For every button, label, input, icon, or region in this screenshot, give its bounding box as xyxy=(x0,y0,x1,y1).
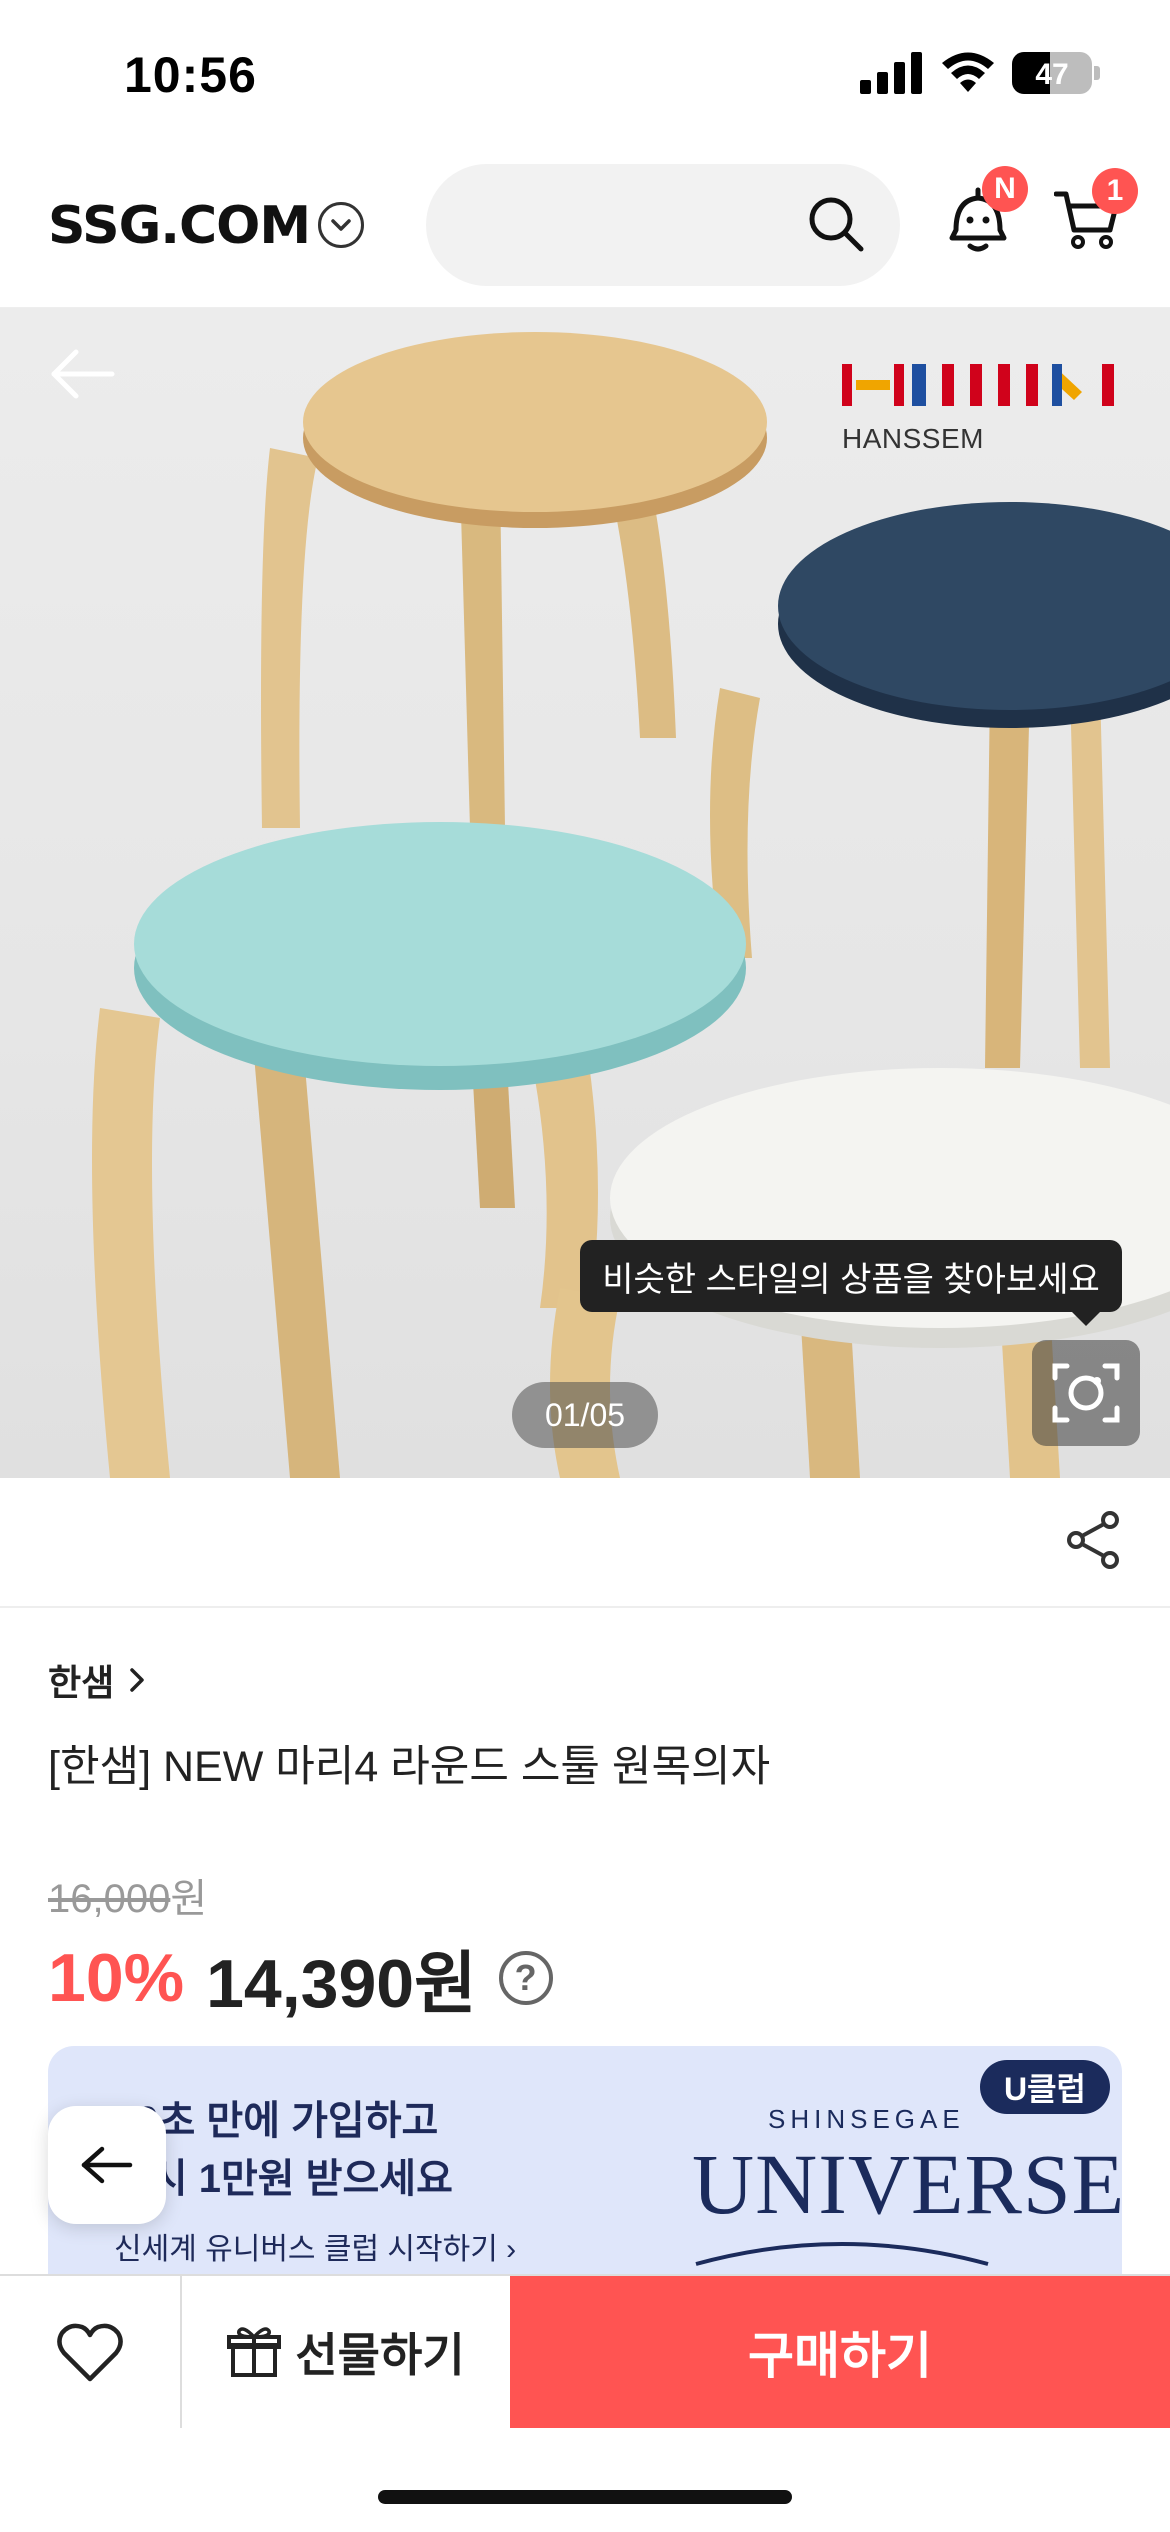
image-pager: 01/05 xyxy=(512,1382,658,1448)
universe-logo-small: SHINSEGAE xyxy=(768,2104,965,2134)
visual-search-button[interactable] xyxy=(1032,1340,1140,1446)
cart-badge: 1 xyxy=(1092,168,1138,214)
wishlist-button[interactable] xyxy=(0,2276,182,2428)
home-indicator xyxy=(378,2490,792,2504)
universe-club-banner[interactable]: 10초 만에 가입하고 즉시 1만원 받으세요 신세계 유니버스 클럽 시작하기… xyxy=(48,2046,1122,2276)
brand-link[interactable]: 한샘 xyxy=(48,1654,146,1706)
status-time: 10:56 xyxy=(124,47,257,103)
sale-price: 14,390원 xyxy=(206,1946,477,2022)
status-icons: 47 xyxy=(860,52,1100,94)
similar-style-tooltip[interactable]: 비슷한 스타일의 상품을 찾아보세요 xyxy=(580,1240,1122,1326)
universe-logo-big: UNIVERSE xyxy=(692,2136,1122,2232)
price-row: 10% 14,390원 ? xyxy=(48,1928,553,2027)
buy-button[interactable]: 구매하기 xyxy=(510,2276,1170,2428)
signal-icon xyxy=(860,52,922,94)
uclub-badge: U클럽 xyxy=(980,2060,1110,2114)
back-arrow-icon xyxy=(81,2146,133,2184)
gift-icon xyxy=(227,2327,282,2377)
gift-label: 선물하기 xyxy=(295,2329,465,2381)
status-bar: 10:56 47 xyxy=(0,0,1170,150)
banner-link[interactable]: 신세계 유니버스 클럽 시작하기 › xyxy=(114,2224,516,2268)
bottom-action-bar: 선물하기 구매하기 xyxy=(0,2274,1170,2428)
heart-icon xyxy=(57,2323,123,2382)
notification-badge: N xyxy=(982,166,1028,212)
brand-logo: HANSSEM xyxy=(842,362,1118,455)
battery-level: 47 xyxy=(1035,58,1069,91)
price-help-icon[interactable]: ? xyxy=(498,1950,553,2005)
camera-lens-icon xyxy=(1052,1363,1120,1423)
wifi-icon xyxy=(942,52,994,92)
original-price-currency: 원 xyxy=(170,1877,208,1921)
product-image-carousel[interactable]: HANSSEM 비슷한 스타일의 상품을 찾아보세요 01/05 xyxy=(0,308,1170,1478)
app-header: SSG.COM N 1 xyxy=(0,150,1170,308)
share-row xyxy=(0,1478,1170,1608)
brand-logo-text: HANSSEM xyxy=(842,423,984,454)
brand-link-label: 한샘 xyxy=(48,1662,115,1703)
discount-rate: 10% xyxy=(48,1939,185,2016)
chevron-right-icon xyxy=(130,1668,144,1692)
ssg-logo[interactable]: SSG.COM xyxy=(48,196,311,256)
floating-back-button[interactable] xyxy=(48,2106,166,2224)
original-price-value: 16,000 xyxy=(48,1877,171,1921)
search-input[interactable] xyxy=(426,164,900,286)
search-icon[interactable] xyxy=(806,194,866,254)
hanssem-logo-icon xyxy=(842,364,1114,406)
chevron-down-icon[interactable] xyxy=(318,202,364,248)
universe-swoosh-icon xyxy=(695,2242,989,2266)
battery-icon: 47 xyxy=(1012,52,1092,94)
notification-button[interactable]: N xyxy=(946,166,1028,261)
banner-link-label: 신세계 유니버스 클럽 시작하기 xyxy=(114,2233,498,2266)
back-arrow-icon[interactable] xyxy=(50,348,116,400)
battery-cap xyxy=(1094,66,1100,80)
original-price: 16,000원 xyxy=(48,1866,207,1924)
product-title: [한샘] NEW 마리4 라운드 스툴 원목의자 xyxy=(48,1743,771,1791)
cart-button[interactable]: 1 xyxy=(1053,168,1138,257)
share-icon[interactable] xyxy=(1066,1510,1122,1570)
gift-button[interactable]: 선물하기 xyxy=(182,2276,510,2428)
